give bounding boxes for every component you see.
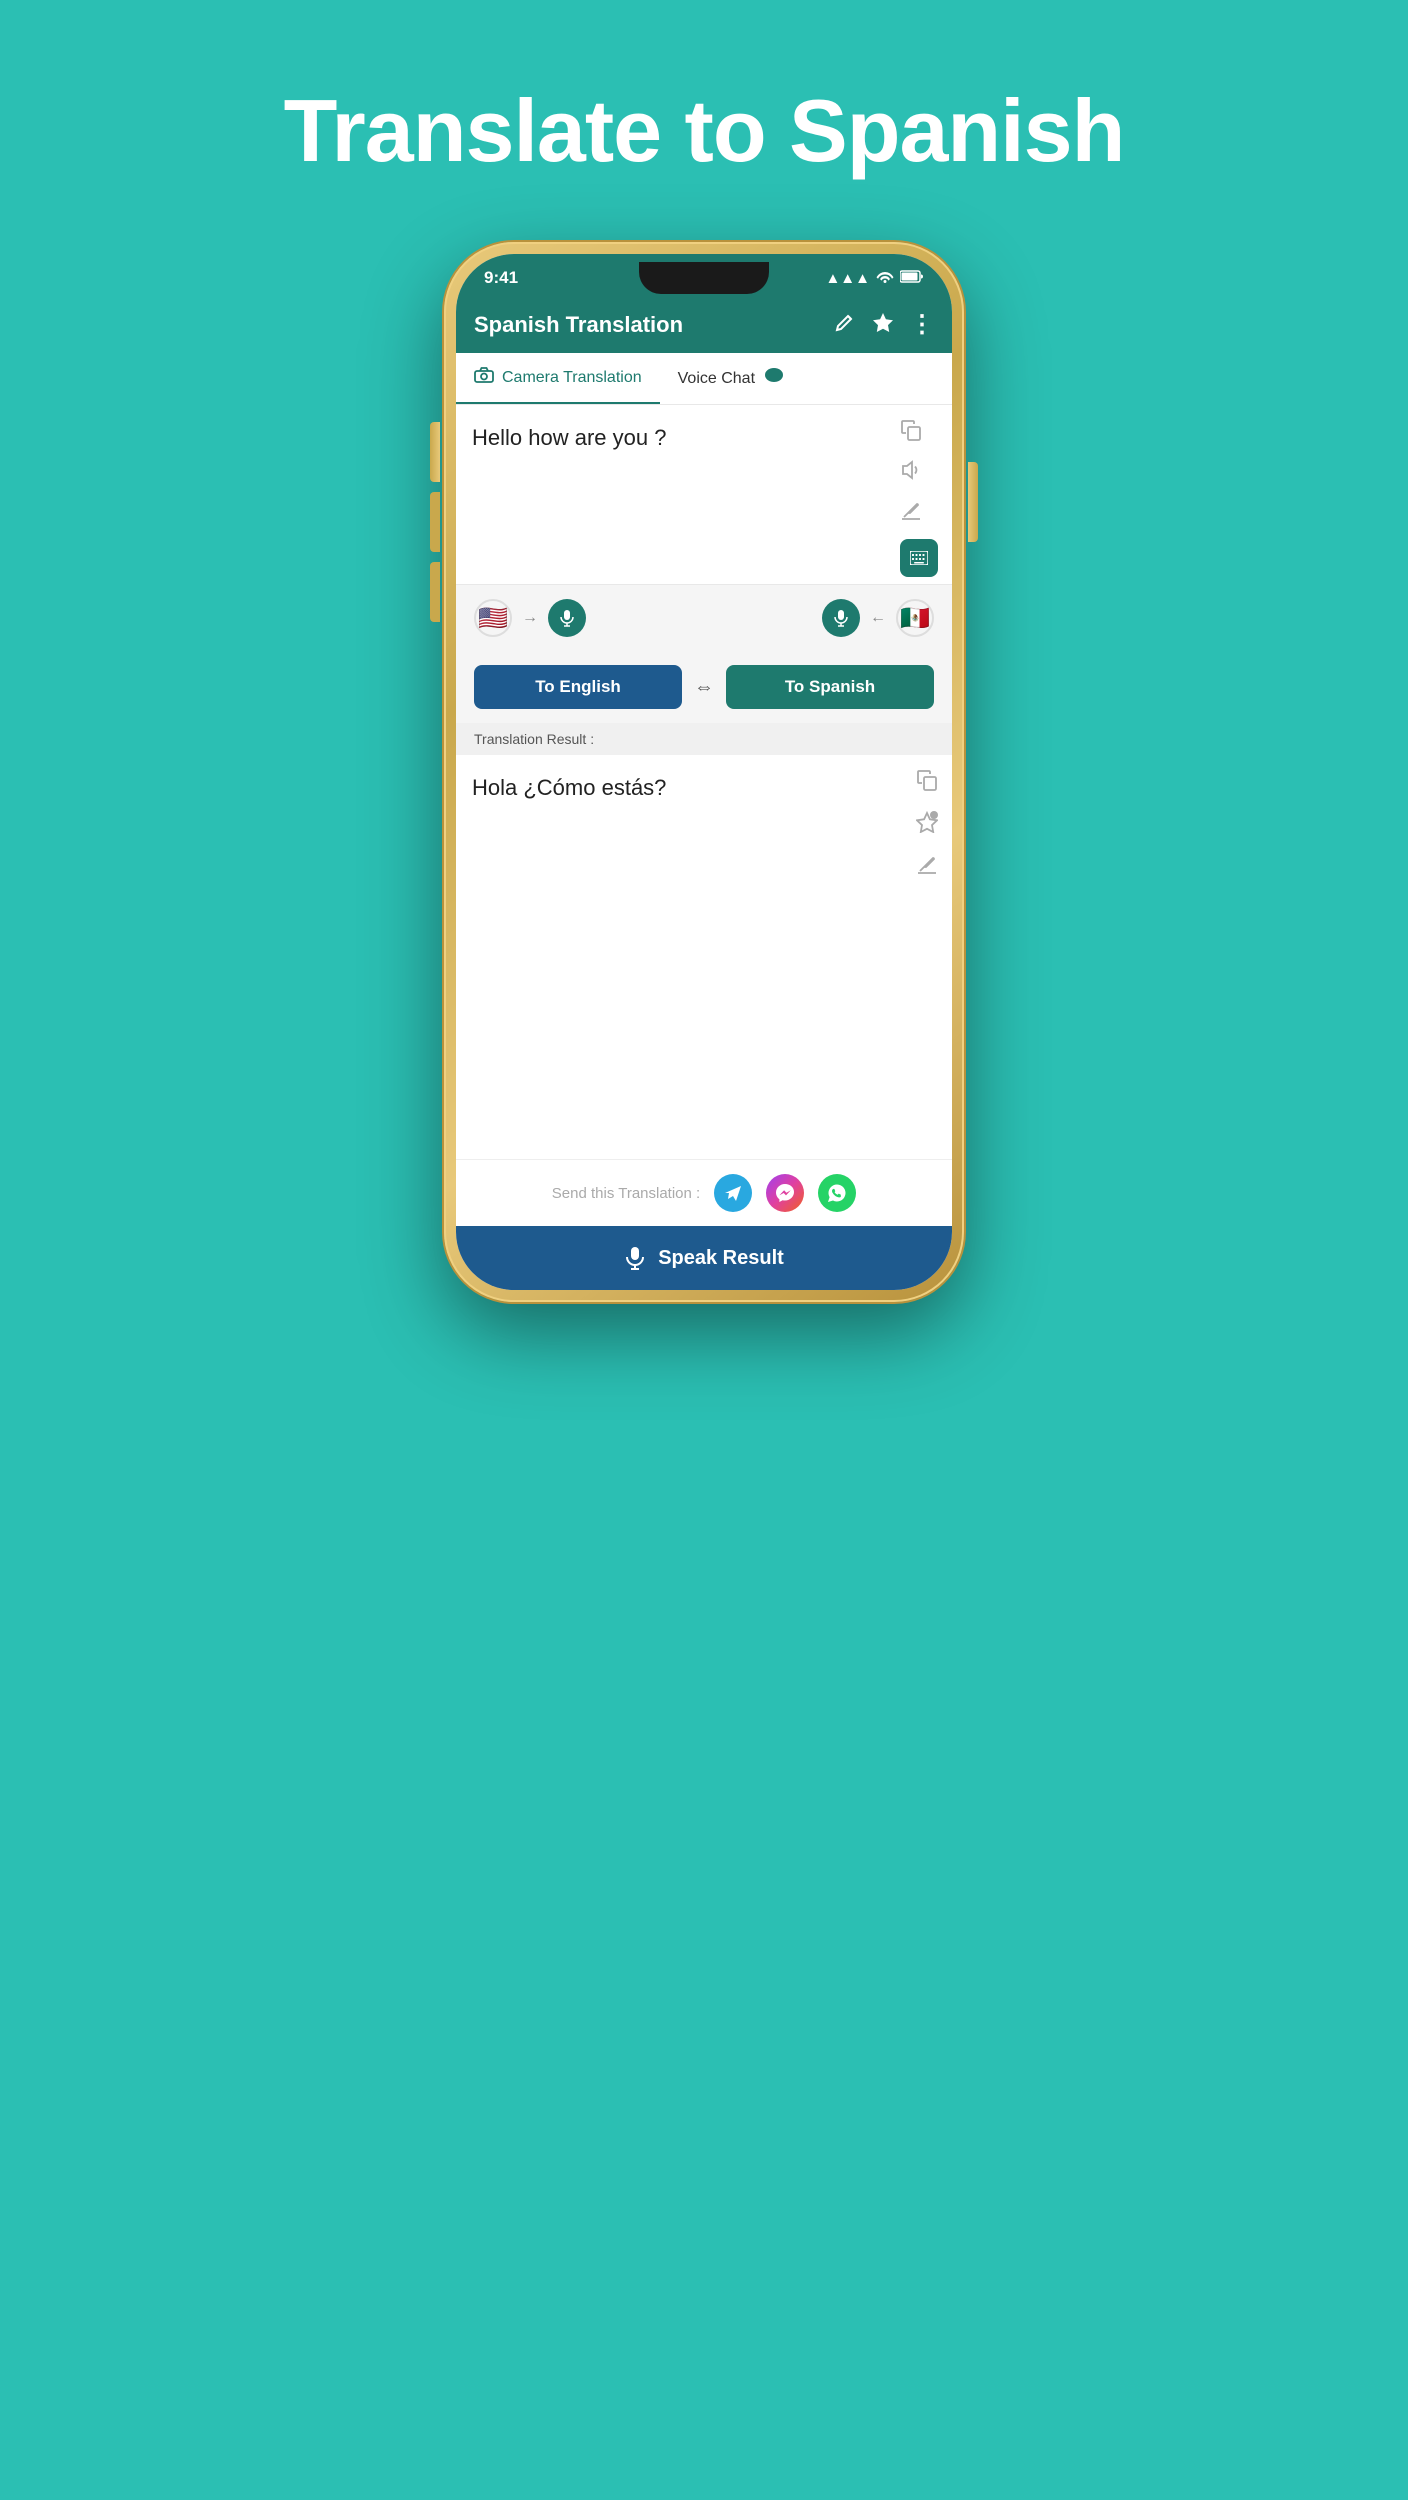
- more-icon[interactable]: ⋮: [910, 310, 934, 339]
- app-header-title: Spanish Translation: [474, 312, 834, 338]
- output-star-icon[interactable]: +: [916, 811, 938, 839]
- signal-icon: ▲▲▲: [825, 270, 870, 287]
- header-icons: ⋮: [834, 310, 934, 339]
- swap-icon[interactable]: ⇔: [694, 676, 714, 699]
- lang-selector: 🇺🇸 →: [456, 585, 952, 651]
- tab-camera-label: Camera Translation: [502, 369, 642, 387]
- output-actions: +: [916, 769, 938, 881]
- telegram-share-button[interactable]: [714, 1174, 752, 1212]
- status-icons: ▲▲▲: [825, 269, 924, 287]
- arrow-from-mic: ←: [870, 609, 886, 627]
- output-erase-icon[interactable]: [916, 853, 938, 881]
- lang-left: 🇺🇸 →: [474, 599, 586, 637]
- status-time: 9:41: [484, 268, 518, 288]
- share-label: Send this Translation :: [552, 1185, 700, 1202]
- star-icon[interactable]: [872, 311, 894, 339]
- translation-buttons: To English ⇔ To Spanish: [456, 651, 952, 723]
- edit-icon[interactable]: [834, 311, 856, 339]
- output-area: Hola ¿Cómo estás? +: [456, 755, 952, 1159]
- tab-camera[interactable]: Camera Translation: [456, 353, 660, 404]
- whatsapp-share-button[interactable]: [818, 1174, 856, 1212]
- mic-left[interactable]: [548, 599, 586, 637]
- wifi-icon: [876, 269, 894, 287]
- flag-spanish[interactable]: 🇲🇽: [896, 599, 934, 637]
- app-header: Spanish Translation ⋮: [456, 296, 952, 353]
- speak-result-button[interactable]: Speak Result: [456, 1226, 952, 1290]
- phone-screen: 9:41 ▲▲▲ Spanish Transla: [456, 254, 952, 1290]
- svg-text:+: +: [932, 813, 936, 820]
- phone-mockup: 9:41 ▲▲▲ Spanish Transla: [444, 242, 964, 1302]
- phone-notch: [639, 262, 769, 294]
- tab-voice-label: Voice Chat: [678, 370, 755, 388]
- output-text: Hola ¿Cómo estás?: [472, 771, 936, 804]
- chat-icon: [763, 365, 785, 392]
- tab-bar: Camera Translation Voice Chat: [456, 353, 952, 405]
- result-label: Translation Result :: [456, 723, 952, 755]
- output-copy-icon[interactable]: [916, 769, 938, 797]
- share-row: Send this Translation :: [456, 1159, 952, 1226]
- erase-icon[interactable]: [900, 499, 938, 527]
- input-area: Hello how are you ?: [456, 405, 952, 585]
- input-text: Hello how are you ?: [472, 421, 936, 454]
- keyboard-button[interactable]: [900, 539, 938, 577]
- input-actions: [900, 419, 938, 577]
- tab-voice[interactable]: Voice Chat: [660, 353, 803, 404]
- battery-icon: [900, 270, 924, 287]
- page-title: Translate to Spanish: [284, 80, 1125, 182]
- speaker-icon[interactable]: [900, 459, 938, 487]
- arrow-to-mic: →: [522, 609, 538, 627]
- flag-english[interactable]: 🇺🇸: [474, 599, 512, 637]
- speak-result-label: Speak Result: [658, 1247, 784, 1270]
- to-spanish-button[interactable]: To Spanish: [726, 665, 934, 709]
- camera-icon: [474, 367, 494, 388]
- mic-right[interactable]: [822, 599, 860, 637]
- copy-icon[interactable]: [900, 419, 938, 447]
- to-english-button[interactable]: To English: [474, 665, 682, 709]
- lang-right: ← 🇲🇽: [822, 599, 934, 637]
- messenger-share-button[interactable]: [766, 1174, 804, 1212]
